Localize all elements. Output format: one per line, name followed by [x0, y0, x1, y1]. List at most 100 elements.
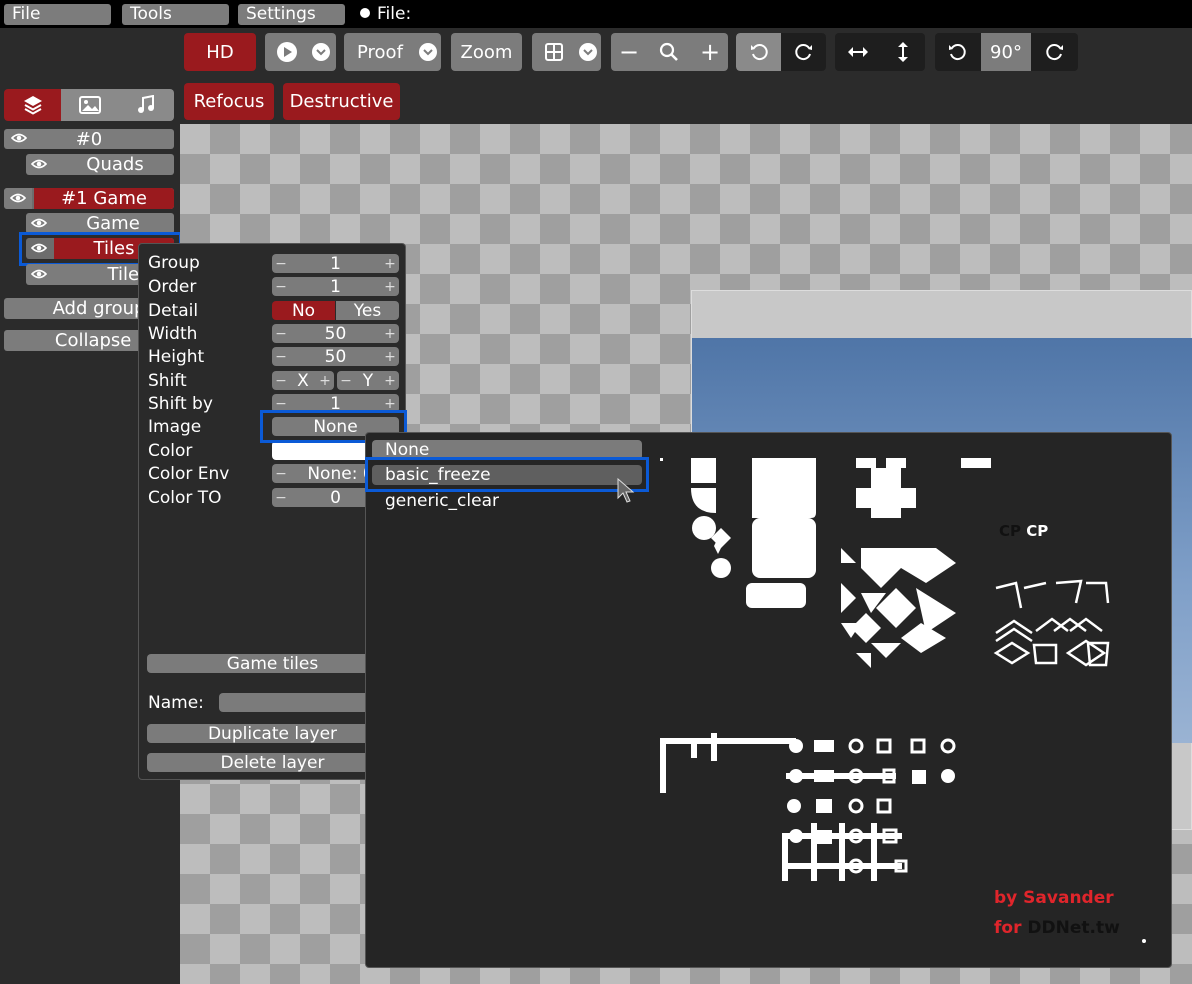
- decrease-icon[interactable]: −: [272, 254, 290, 273]
- decrease-icon[interactable]: −: [272, 464, 290, 483]
- chevron-down-icon[interactable]: [419, 43, 437, 61]
- group-field[interactable]: − 1 +: [272, 253, 399, 274]
- redo-icon[interactable]: [781, 33, 826, 71]
- increase-icon[interactable]: +: [381, 254, 399, 273]
- increase-icon[interactable]: +: [381, 371, 399, 390]
- zoom-controls: − +: [611, 33, 728, 71]
- increase-icon[interactable]: +: [381, 324, 399, 343]
- layers-icon: [23, 96, 42, 115]
- height-label: Height: [148, 347, 205, 367]
- detail-no-button[interactable]: No: [272, 301, 335, 321]
- layer-quads-label: Quads: [86, 154, 144, 175]
- decrease-icon[interactable]: −: [272, 394, 290, 413]
- height-value: 50: [324, 346, 347, 367]
- eye-icon[interactable]: [10, 130, 28, 149]
- image-option-generic-clear[interactable]: generic_clear: [385, 491, 499, 511]
- tab-sounds[interactable]: [118, 89, 174, 121]
- colorto-label: Color TO: [148, 488, 222, 508]
- play-icon[interactable]: [265, 33, 309, 71]
- color-label: Color: [148, 441, 193, 461]
- group-1[interactable]: #1 Game: [4, 188, 174, 209]
- width-label: Width: [148, 324, 198, 344]
- add-group-label: Add group: [52, 298, 146, 319]
- image-icon: [78, 96, 101, 114]
- hd-button[interactable]: HD: [184, 33, 256, 71]
- chevron-down-icon[interactable]: [312, 43, 330, 61]
- group-0[interactable]: #0: [4, 129, 174, 149]
- zoom-button[interactable]: Zoom: [451, 33, 522, 71]
- destructive-button[interactable]: Destructive: [283, 83, 400, 120]
- eye-icon[interactable]: [30, 215, 48, 234]
- menu-file[interactable]: File: [4, 4, 111, 25]
- decrease-icon[interactable]: −: [272, 277, 290, 296]
- zoom-reset-icon[interactable]: [651, 33, 687, 71]
- grid-icon[interactable]: [532, 33, 576, 71]
- grid-dropdown[interactable]: [532, 33, 601, 71]
- rotate-ccw-icon[interactable]: [935, 33, 979, 71]
- proof-dropdown[interactable]: Proof: [344, 33, 441, 71]
- group-0-label: #0: [75, 129, 103, 149]
- shiftby-field[interactable]: − 1 +: [272, 393, 399, 414]
- rotate-cw-icon[interactable]: [1033, 33, 1077, 71]
- decrease-icon[interactable]: −: [272, 347, 290, 366]
- credit-for-line: for DDNet.tw: [994, 918, 1120, 938]
- name-label: Name:: [148, 693, 204, 713]
- file-status: File:: [377, 4, 412, 24]
- decrease-icon[interactable]: −: [337, 371, 355, 390]
- rotation-angle-field[interactable]: 90°: [981, 33, 1031, 71]
- eye-icon[interactable]: [30, 266, 48, 285]
- shift-y-field[interactable]: − Y +: [337, 370, 399, 391]
- image-option-none[interactable]: None: [372, 440, 642, 460]
- proof-label: Proof: [357, 41, 403, 63]
- tileset-cp-label: CP CP: [999, 522, 1048, 540]
- decrease-icon[interactable]: −: [272, 371, 290, 390]
- increase-icon[interactable]: +: [381, 347, 399, 366]
- colorto-value: 0: [330, 487, 341, 508]
- eye-icon[interactable]: [9, 190, 27, 209]
- tab-images[interactable]: [61, 89, 118, 121]
- game-tiles-button[interactable]: Game tiles: [147, 654, 398, 674]
- zoom-in-icon[interactable]: +: [692, 33, 728, 71]
- delete-layer-button[interactable]: Delete layer: [147, 753, 398, 773]
- shift-y-label: Y: [362, 370, 374, 391]
- detail-yes-button[interactable]: Yes: [336, 301, 399, 321]
- rotate-group: 90°: [935, 33, 1078, 71]
- shift-x-label: X: [297, 370, 309, 391]
- shiftby-value: 1: [330, 393, 341, 414]
- undo-icon[interactable]: [736, 33, 781, 71]
- duplicate-layer-button[interactable]: Duplicate layer: [147, 724, 398, 744]
- width-field[interactable]: − 50 +: [272, 324, 399, 344]
- flip-group: [835, 33, 925, 71]
- increase-icon[interactable]: +: [316, 371, 334, 390]
- cp-dark: CP: [999, 522, 1022, 540]
- image-select-popup: None basic_freeze generic_clear CP CP by…: [365, 432, 1172, 968]
- chevron-down-icon[interactable]: [579, 43, 597, 61]
- group-value: 1: [330, 253, 341, 274]
- cp-light: CP: [1026, 522, 1049, 540]
- eye-icon[interactable]: [30, 156, 48, 175]
- zoom-out-icon[interactable]: −: [611, 33, 647, 71]
- order-value: 1: [330, 276, 341, 297]
- detail-label: Detail: [148, 301, 199, 321]
- order-field[interactable]: − 1 +: [272, 276, 399, 297]
- decrease-icon[interactable]: −: [272, 324, 290, 343]
- increase-icon[interactable]: +: [381, 277, 399, 296]
- tab-layers[interactable]: [4, 89, 61, 121]
- colorenv-label: Color Env: [148, 464, 230, 484]
- shift-x-field[interactable]: − X +: [272, 370, 334, 391]
- credit-for: for: [994, 918, 1022, 938]
- refocus-button[interactable]: Refocus: [184, 83, 274, 120]
- flip-vertical-icon[interactable]: [880, 33, 925, 71]
- play-dropdown[interactable]: [265, 33, 336, 71]
- increase-icon[interactable]: +: [381, 394, 399, 413]
- menu-tools[interactable]: Tools: [122, 4, 229, 25]
- flip-horizontal-icon[interactable]: [835, 33, 880, 71]
- menu-settings[interactable]: Settings: [238, 4, 345, 25]
- layer-quads[interactable]: Quads: [26, 154, 174, 175]
- group-label: Group: [148, 253, 200, 273]
- menu-bar: File Tools Settings File:: [0, 0, 1192, 28]
- tileset-preview: [660, 458, 1146, 943]
- height-field[interactable]: − 50 +: [272, 346, 399, 367]
- layer-game[interactable]: Game: [26, 213, 174, 234]
- decrease-icon[interactable]: −: [272, 488, 290, 507]
